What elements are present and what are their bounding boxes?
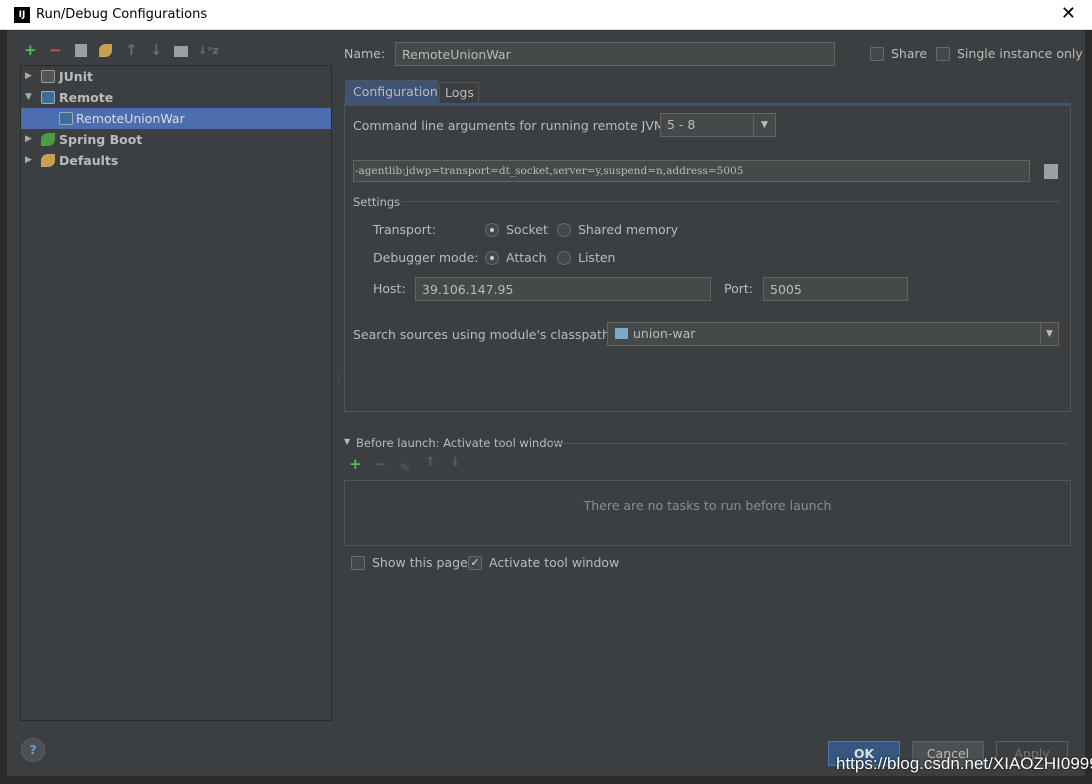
activate-tool-checkbox[interactable]: ✓ bbox=[468, 556, 482, 570]
socket-radio[interactable] bbox=[485, 223, 499, 237]
help-button[interactable]: ? bbox=[21, 738, 45, 762]
listen-label: Listen bbox=[578, 250, 616, 265]
attach-label: Attach bbox=[506, 250, 547, 265]
port-label: Port: bbox=[724, 281, 753, 296]
module-icon bbox=[615, 328, 628, 339]
share-checkbox[interactable] bbox=[870, 47, 884, 61]
spring-boot-icon bbox=[41, 133, 55, 146]
expand-icon[interactable]: ▶ bbox=[25, 150, 32, 171]
host-label: Host: bbox=[373, 281, 406, 296]
watermark: https://blog.csdn.net/XIAOZHI0999 bbox=[836, 754, 1092, 773]
settings-label: Settings bbox=[353, 195, 401, 209]
jvm-version-select[interactable]: 5 - 8 ▼ bbox=[660, 113, 776, 137]
collapse-icon[interactable]: ▼ bbox=[344, 437, 350, 446]
socket-label: Socket bbox=[506, 222, 548, 237]
tab-logs[interactable]: Logs bbox=[439, 82, 479, 103]
close-icon[interactable]: ✕ bbox=[1061, 3, 1076, 24]
wrench-icon[interactable] bbox=[99, 44, 112, 57]
cmd-args-field[interactable]: -agentlib:jdwp=transport=dt_socket,serve… bbox=[353, 160, 1030, 182]
share-label: Share bbox=[891, 46, 928, 61]
shared-memory-radio[interactable] bbox=[557, 223, 571, 237]
show-page-checkbox[interactable] bbox=[351, 556, 365, 570]
remote-icon bbox=[59, 112, 73, 125]
before-launch-title[interactable]: Before launch: Activate tool window bbox=[356, 436, 563, 450]
task-down-icon[interactable]: ↓ bbox=[450, 455, 461, 470]
copy-icon[interactable] bbox=[75, 44, 87, 57]
activate-tool-label: Activate tool window bbox=[489, 555, 620, 570]
listen-radio[interactable] bbox=[557, 251, 571, 265]
show-page-label: Show this page bbox=[372, 555, 468, 570]
title-bar: IJ Run/Debug Configurations ✕ bbox=[0, 0, 1092, 30]
edit-task-icon[interactable]: ✎ bbox=[400, 460, 410, 475]
task-up-icon[interactable]: ↑ bbox=[425, 455, 436, 470]
splitter-handle[interactable]: ⋮ bbox=[334, 373, 343, 383]
tree-node-remote[interactable]: ▼ Remote bbox=[21, 87, 331, 108]
tasks-list[interactable]: There are no tasks to run before launch bbox=[344, 480, 1071, 546]
tree-node-spring-boot[interactable]: ▶ Spring Boot bbox=[21, 129, 331, 150]
add-task-icon[interactable]: + bbox=[349, 455, 362, 473]
host-input[interactable] bbox=[415, 277, 711, 301]
app-icon: IJ bbox=[14, 7, 30, 23]
empty-tasks-text: There are no tasks to run before launch bbox=[583, 498, 832, 513]
remote-icon bbox=[41, 91, 55, 104]
before-launch-divider bbox=[552, 443, 1068, 444]
config-tree[interactable]: ▶ JUnit ▼ Remote RemoteUnionWar ▶ Spring Bo… bbox=[20, 65, 332, 721]
remove-task-icon[interactable]: − bbox=[374, 455, 387, 473]
expand-icon[interactable]: ▶ bbox=[25, 129, 32, 150]
chevron-down-icon[interactable]: ▼ bbox=[1040, 323, 1058, 345]
collapse-icon[interactable]: ▼ bbox=[25, 87, 32, 108]
debugger-mode-label: Debugger mode: bbox=[373, 250, 479, 265]
name-input[interactable] bbox=[395, 42, 835, 66]
module-select[interactable]: union-war ▼ bbox=[607, 322, 1059, 346]
window-title: Run/Debug Configurations bbox=[36, 7, 208, 22]
transport-label: Transport: bbox=[373, 222, 436, 237]
cmd-args-label: Command line arguments for running remot… bbox=[353, 118, 665, 133]
single-instance-checkbox[interactable] bbox=[936, 47, 950, 61]
port-input[interactable] bbox=[763, 277, 908, 301]
move-up-icon[interactable]: ↑ bbox=[125, 41, 138, 59]
copy-icon[interactable] bbox=[1044, 164, 1058, 179]
move-down-icon[interactable]: ↓ bbox=[150, 41, 163, 59]
wrench-icon bbox=[41, 154, 55, 167]
sort-icon[interactable]: ↓ᵃz bbox=[198, 44, 219, 57]
expand-icon[interactable]: ▶ bbox=[25, 66, 32, 87]
single-instance-label: Single instance only bbox=[957, 46, 1083, 61]
tree-node-remoteunionwar[interactable]: RemoteUnionWar bbox=[21, 108, 331, 129]
chevron-down-icon[interactable]: ▼ bbox=[753, 114, 775, 136]
folder-icon[interactable] bbox=[174, 46, 188, 57]
tab-configuration[interactable]: Configuration bbox=[345, 80, 438, 103]
junit-icon bbox=[41, 70, 55, 83]
remove-icon[interactable]: − bbox=[49, 41, 62, 59]
attach-radio[interactable] bbox=[485, 251, 499, 265]
name-label: Name: bbox=[344, 46, 386, 61]
tree-node-defaults[interactable]: ▶ Defaults bbox=[21, 150, 331, 171]
tree-node-junit[interactable]: ▶ JUnit bbox=[21, 66, 331, 87]
module-label: Search sources using module's classpath: bbox=[353, 327, 615, 342]
settings-divider bbox=[402, 201, 1060, 202]
shared-memory-label: Shared memory bbox=[578, 222, 679, 237]
add-icon[interactable]: + bbox=[24, 41, 37, 59]
